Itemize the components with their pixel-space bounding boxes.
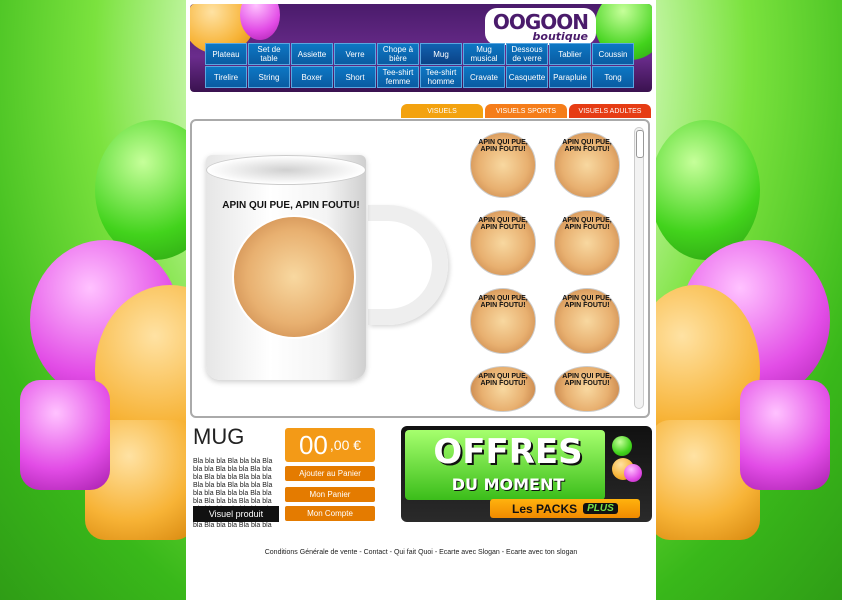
bg-blob-green-right — [650, 120, 760, 260]
visual-thumbnail[interactable]: APIN QUI PUE, APIN FOUTU! — [470, 288, 536, 354]
add-to-cart-button[interactable]: Ajouter au Panier — [285, 466, 375, 481]
thumb-text: APIN QUI PUE, APIN FOUTU! — [478, 295, 528, 309]
thumb-text: APIN QUI PUE, APIN FOUTU! — [562, 139, 612, 153]
nav-item-tirelire[interactable]: Tirelire — [205, 66, 247, 88]
nav-item-assiette[interactable]: Assiette — [291, 43, 333, 65]
thumbnails-scrollbar[interactable] — [634, 127, 644, 409]
nav-item-plateau[interactable]: Plateau — [205, 43, 247, 65]
bg-body-pink-left — [20, 380, 110, 490]
visual-thumbnail[interactable]: APIN QUI PUE, APIN FOUTU! — [470, 210, 536, 276]
footer-link-ecarte-avec-ton-slogan[interactable]: Ecarte avec ton slogan — [506, 549, 577, 556]
thumb-text: APIN QUI PUE, APIN FOUTU! — [562, 295, 612, 309]
promo-subtitle: DU MOMENT — [451, 475, 565, 494]
thumb-text: APIN QUI PUE, APIN FOUTU! — [562, 373, 612, 387]
nav-item-dessous-de-verre[interactable]: Dessous de verre — [506, 43, 548, 65]
nav-item-casquette[interactable]: Casquette — [506, 66, 548, 88]
bg-body-pink-right — [740, 380, 830, 490]
nav-item-tong[interactable]: Tong — [592, 66, 634, 88]
nav-item-string[interactable]: String — [248, 66, 290, 88]
thumb-text: APIN QUI PUE, APIN FOUTU! — [478, 217, 528, 231]
tab-visuels-adultes[interactable]: VISUELS ADULTES — [569, 104, 651, 118]
mug-print-text: APIN QUI PUE, APIN FOUTU! — [222, 200, 360, 211]
my-cart-button[interactable]: Mon Panier — [285, 487, 375, 502]
visual-tabs: VISUELS VISUELS SPORTS VISUELS ADULTES — [401, 104, 653, 118]
nav-item-short[interactable]: Short — [334, 66, 376, 88]
category-nav: Plateau Set de table Assiette Verre Chop… — [204, 43, 638, 88]
promo-packs-bar[interactable]: Les PACKS PLUS — [490, 499, 640, 518]
promo-packs-label: Les PACKS — [512, 501, 578, 516]
promo-plus-badge: PLUS — [583, 503, 618, 514]
footer-link-ecarte-avec-slogan[interactable]: Ecarte avec Slogan — [439, 549, 500, 556]
nav-item-chope[interactable]: Chope à bière — [377, 43, 419, 65]
nav-item-mug-musical[interactable]: Mug musical — [463, 43, 505, 65]
thumb-text: APIN QUI PUE, APIN FOUTU! — [478, 373, 528, 387]
mug-rim — [206, 155, 366, 185]
footer-link-cgv[interactable]: Conditions Générale de vente — [265, 549, 358, 556]
nav-item-mug[interactable]: Mug — [420, 43, 462, 65]
footer-link-qui-fait-quoi[interactable]: Qui fait Quoi — [394, 549, 433, 556]
nav-item-tee-shirt-homme[interactable]: Tee-shirt homme — [420, 66, 462, 88]
nav-item-verre[interactable]: Verre — [334, 43, 376, 65]
visual-thumbnail[interactable]: APIN QUI PUE, APIN FOUTU! — [470, 366, 536, 412]
visual-thumbnail[interactable]: APIN QUI PUE, APIN FOUTU! — [554, 288, 620, 354]
promo-title: OFFRES — [433, 432, 583, 472]
nav-item-tablier[interactable]: Tablier — [549, 43, 591, 65]
footer-link-contact[interactable]: Contact — [364, 549, 388, 556]
visuel-produit-button[interactable]: Visuel produit — [193, 506, 279, 522]
nav-item-parapluie[interactable]: Parapluie — [549, 66, 591, 88]
nav-row-1: Plateau Set de table Assiette Verre Chop… — [204, 43, 638, 65]
price-display: 00,00 € — [285, 428, 375, 462]
footer-links: Conditions Générale de vente - Contact -… — [186, 549, 656, 556]
nav-item-set-de-table[interactable]: Set de table — [248, 43, 290, 65]
price-decimal: ,00 € — [329, 437, 362, 453]
tab-visuels-sports[interactable]: VISUELS SPORTS — [485, 104, 567, 118]
visual-thumbnail[interactable]: APIN QUI PUE, APIN FOUTU! — [470, 132, 536, 198]
thumb-text: APIN QUI PUE, APIN FOUTU! — [478, 139, 528, 153]
promo-mascot-green — [612, 436, 632, 456]
site-logo[interactable]: OOGOON boutique — [484, 8, 596, 45]
visual-thumbnail[interactable]: APIN QUI PUE, APIN FOUTU! — [554, 366, 620, 412]
my-account-button[interactable]: Mon Compte — [285, 506, 375, 521]
promo-mascot-pink — [624, 464, 642, 482]
price-integer: 00 — [298, 429, 328, 460]
scrollbar-thumb[interactable] — [636, 130, 644, 158]
nav-item-tee-shirt-femme[interactable]: Tee-shirt femme — [377, 66, 419, 88]
mug-print-visual — [232, 215, 356, 339]
nav-row-2: Tirelire String Boxer Short Tee-shirt fe… — [204, 66, 638, 88]
nav-item-cravate[interactable]: Cravate — [463, 66, 505, 88]
product-title: MUG — [193, 424, 245, 449]
nav-item-boxer[interactable]: Boxer — [291, 66, 333, 88]
nav-item-coussin[interactable]: Coussin — [592, 43, 634, 65]
visual-thumbnail[interactable]: APIN QUI PUE, APIN FOUTU! — [554, 132, 620, 198]
thumb-text: APIN QUI PUE, APIN FOUTU! — [562, 217, 612, 231]
tab-visuels[interactable]: VISUELS — [401, 104, 483, 118]
visual-thumbnail[interactable]: APIN QUI PUE, APIN FOUTU! — [554, 210, 620, 276]
